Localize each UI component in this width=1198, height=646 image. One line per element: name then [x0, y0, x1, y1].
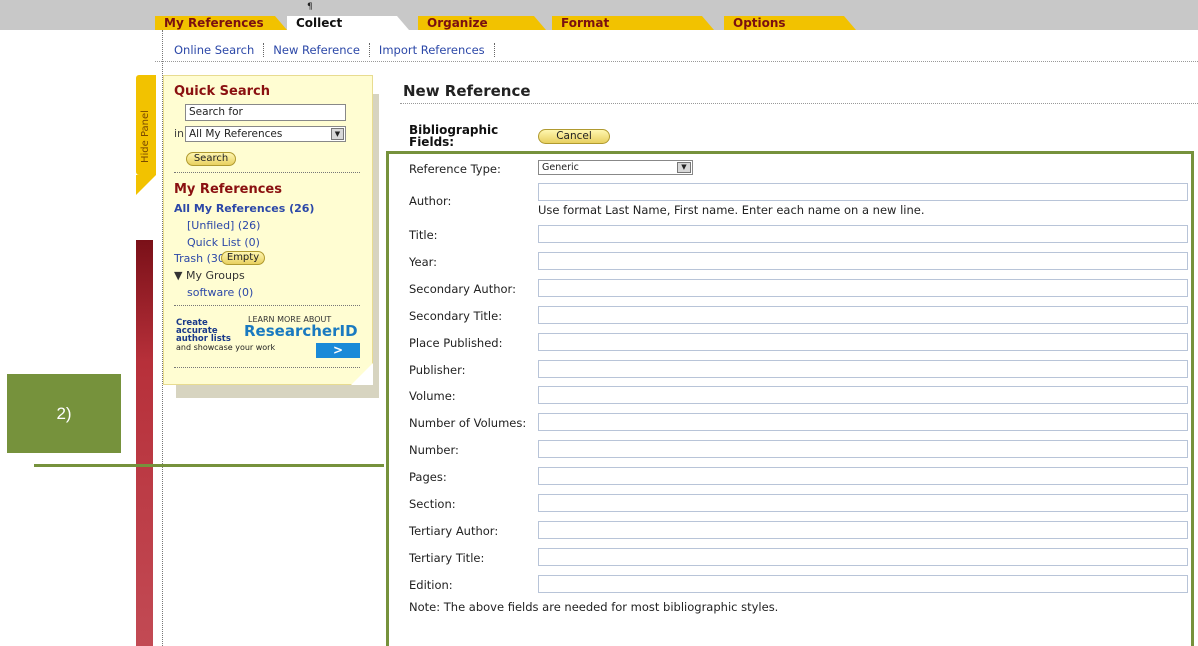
reference-type-value: Generic [542, 162, 579, 173]
tab-label: My References [164, 16, 264, 30]
publisher-field[interactable] [538, 360, 1188, 378]
tab-label: Options [733, 16, 786, 30]
panel-divider [174, 172, 360, 173]
hide-panel-tab[interactable]: Hide Panel [136, 75, 156, 195]
tertiary-author-label: Tertiary Author: [409, 524, 499, 538]
my-references-title: My References [174, 182, 282, 197]
author-hint: Use format Last Name, First name. Enter … [538, 203, 925, 217]
empty-trash-button[interactable]: Empty [221, 251, 265, 265]
secondary-title-field[interactable] [538, 306, 1188, 324]
volume-label: Volume: [409, 389, 456, 403]
number-of-volumes-field[interactable] [538, 413, 1188, 431]
fields-note: Note: The above fields are needed for mo… [409, 600, 779, 614]
search-input[interactable]: Search for [185, 104, 346, 121]
annotation-pointer-line [34, 464, 384, 467]
edition-label: Edition: [409, 578, 453, 592]
bibliographic-fields-label: Bibliographic Fields: [409, 123, 499, 149]
secondary-author-label: Secondary Author: [409, 282, 516, 296]
researcherid-go-button[interactable]: > [316, 343, 360, 358]
annotation-label: 2) [7, 374, 121, 453]
title-divider [400, 103, 1198, 104]
number-field[interactable] [538, 440, 1188, 458]
all-my-references-link[interactable]: All My References (26) [174, 202, 314, 215]
subnav: Online Search New Reference Import Refer… [165, 40, 495, 60]
online-search-link[interactable]: Online Search [165, 43, 263, 57]
chevron-down-icon: ▼ [677, 162, 691, 173]
tertiary-author-field[interactable] [538, 521, 1188, 539]
tab-organize[interactable]: Organize [418, 16, 546, 30]
tab-collect[interactable]: Collect [287, 16, 409, 30]
subnav-separator [493, 43, 495, 57]
author-field[interactable] [538, 183, 1188, 201]
researcherid-showcase-text: and showcase your work [176, 343, 276, 352]
pages-label: Pages: [409, 470, 447, 484]
tertiary-title-field[interactable] [538, 548, 1188, 566]
left-column-band [136, 240, 153, 646]
title-field[interactable] [538, 225, 1188, 243]
tab-options[interactable]: Options [724, 16, 856, 30]
tab-format[interactable]: Format [552, 16, 714, 30]
publisher-label: Publisher: [409, 363, 466, 377]
panel-divider [174, 305, 360, 306]
chevron-down-icon: ▼ [331, 128, 344, 140]
place-published-label: Place Published: [409, 336, 503, 350]
unfiled-link[interactable]: [Unfiled] (26) [187, 219, 260, 232]
tab-label: Format [561, 16, 610, 30]
hide-panel-label: Hide Panel [140, 110, 151, 163]
researcherid-logo: ResearcherID [244, 322, 358, 340]
reference-type-select[interactable]: Generic ▼ [538, 160, 693, 175]
search-scope-select[interactable]: All My References ▼ [185, 126, 346, 142]
title-label: Title: [409, 228, 438, 242]
import-references-link[interactable]: Import References [370, 43, 494, 57]
panel-divider [174, 367, 360, 368]
new-reference-link[interactable]: New Reference [264, 43, 369, 57]
edition-field[interactable] [538, 575, 1188, 593]
author-label: Author: [409, 194, 452, 208]
cancel-button[interactable]: Cancel [538, 129, 610, 144]
tab-my-references[interactable]: My References [155, 16, 287, 30]
secondary-author-field[interactable] [538, 279, 1188, 297]
section-field[interactable] [538, 494, 1188, 512]
tab-label: Organize [427, 16, 488, 30]
my-groups-toggle[interactable]: ▼ My Groups [174, 269, 245, 282]
reference-type-label: Reference Type: [409, 162, 501, 176]
researcherid-ad[interactable]: Create accurate author lists and showcas… [174, 313, 360, 359]
search-scope-value: All My References [189, 128, 283, 140]
page-title: New Reference [403, 82, 531, 100]
place-published-field[interactable] [538, 333, 1188, 351]
number-label: Number: [409, 443, 459, 457]
in-label: in [174, 127, 185, 140]
pages-field[interactable] [538, 467, 1188, 485]
quick-list-link[interactable]: Quick List (0) [187, 236, 260, 249]
quick-search-title: Quick Search [174, 84, 270, 99]
tab-marker: ¶ [307, 2, 313, 12]
secondary-title-label: Secondary Title: [409, 309, 503, 323]
search-button[interactable]: Search [186, 152, 236, 166]
section-label: Section: [409, 497, 456, 511]
volume-field[interactable] [538, 386, 1188, 404]
subnav-divider [155, 61, 1198, 62]
tab-label: Collect [296, 16, 343, 30]
tertiary-title-label: Tertiary Title: [409, 551, 485, 565]
number-of-volumes-label: Number of Volumes: [409, 416, 527, 430]
year-field[interactable] [538, 252, 1188, 270]
researcherid-create-text: Create accurate author lists [176, 318, 231, 344]
year-label: Year: [409, 255, 438, 269]
group-software-link[interactable]: software (0) [187, 286, 253, 299]
quick-search-panel: Quick Search Search for in All My Refere… [163, 75, 373, 385]
top-tab-bar: My References Collect Organize Format Op… [0, 0, 1198, 30]
